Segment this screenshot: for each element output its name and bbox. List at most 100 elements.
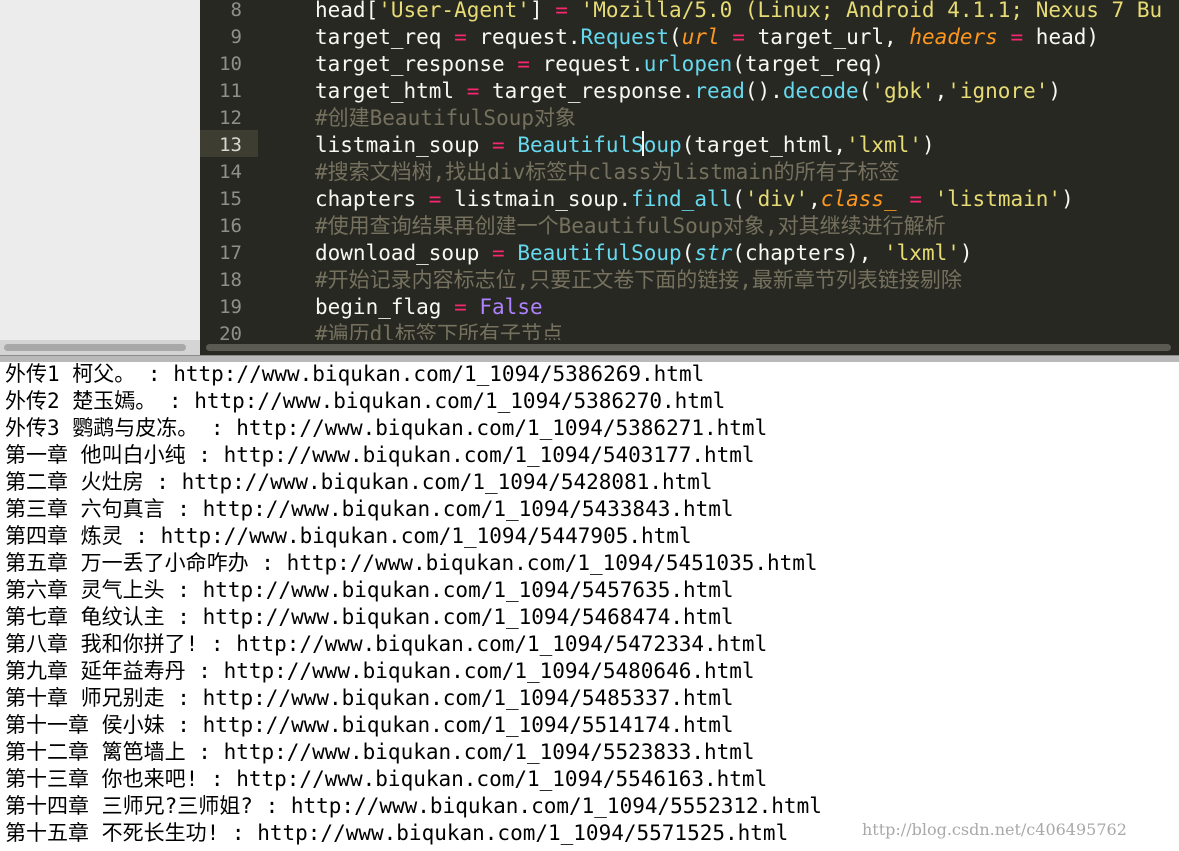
code-token: class_ <box>820 187 897 211</box>
code-editor[interactable]: 8 9 10 11 12 13 14 15 16 17 18 19 20 head['User-Agen… <box>200 0 1179 340</box>
code-token: 'listmain' <box>934 187 1062 211</box>
code-token: 'div' <box>744 187 809 211</box>
code-token: = <box>517 52 530 76</box>
code-token: ) <box>959 241 973 265</box>
line-number-gutter: 8 9 10 11 12 13 14 15 16 17 18 19 20 <box>200 0 262 340</box>
line-number: 8 <box>230 0 242 21</box>
console-line: 第十四章 三师兄?三师姐? : http://www.biqukan.com/1… <box>5 794 822 818</box>
code-token: False <box>479 295 543 319</box>
code-token: ] <box>529 0 556 22</box>
code-token: url <box>681 25 720 49</box>
code-token: ( <box>681 241 695 265</box>
console-line: 外传3 鹦鹉与皮冻。 : http://www.biqukan.com/1_10… <box>5 416 768 440</box>
code-token: = <box>466 79 480 103</box>
code-line[interactable]: #创建BeautifulSoup对象 <box>315 105 576 132</box>
line-number: 12 <box>219 107 242 129</box>
code-token: ( <box>858 79 872 103</box>
console-line: 第八章 我和你拼了! : http://www.biqukan.com/1_10… <box>5 632 768 656</box>
code-token: 'gbk' <box>871 79 935 103</box>
code-token: ) <box>1048 79 1062 103</box>
console-line: 第十一章 侯小妹 : http://www.biqukan.com/1_1094… <box>5 713 734 737</box>
sidebar-panel <box>0 0 200 340</box>
code-token: , <box>808 187 821 211</box>
console-line: 第四章 炼灵 : http://www.biqukan.com/1_1094/5… <box>5 524 692 548</box>
code-line[interactable]: #使用查询结果再创建一个BeautifulSoup对象,对其继续进行解析 <box>315 213 946 240</box>
console-line: 第十五章 不死长生功! : http://www.biqukan.com/1_1… <box>5 821 789 845</box>
code-line[interactable]: begin_flag = False <box>315 294 543 321</box>
code-token: (). <box>744 79 783 103</box>
watermark: http://blog.csdn.net/c406495762 <box>862 820 1127 839</box>
line-number: 9 <box>230 26 242 48</box>
code-token: 'ignore' <box>947 79 1049 103</box>
code-token: find_all <box>631 187 733 211</box>
code-line[interactable]: target_req = request.Request(url = targe… <box>315 24 1099 51</box>
code-token: read <box>694 79 745 103</box>
code-token: #搜索文档树,找出div标签中class为listmain的所有子标签 <box>315 160 900 184</box>
code-token: target_req <box>315 25 455 49</box>
code-token: (chapters), <box>732 241 885 265</box>
code-token: target_html <box>315 79 467 103</box>
console-line: 第十章 师兄别走 : http://www.biqukan.com/1_1094… <box>5 686 734 710</box>
panel-splitter[interactable] <box>0 355 1179 362</box>
code-token: chapters <box>315 187 429 211</box>
line-number: 17 <box>219 242 242 264</box>
line-number: 20 <box>219 323 242 340</box>
code-line[interactable]: chapters = listmain_soup.find_all('div',… <box>315 186 1074 213</box>
code-token: Request <box>580 25 670 49</box>
code-line[interactable]: download_soup = BeautifulSoup(str(chapte… <box>315 240 973 267</box>
code-token: listmain_soup. <box>441 187 632 211</box>
code-token: target_url, <box>744 25 910 49</box>
editor-horizontal-scrollbar[interactable] <box>200 340 1179 355</box>
code-token: begin_flag <box>315 295 455 319</box>
code-line[interactable]: #开始记录内容标志位,只要正文卷下面的链接,最新章节列表链接剔除 <box>315 267 962 294</box>
code-token: 'lxml' <box>846 133 922 157</box>
code-line[interactable]: target_html = target_response.read().dec… <box>315 78 1061 105</box>
code-token: BeautifulSoup <box>517 133 682 157</box>
line-number: 15 <box>219 188 242 210</box>
console-line: 第十三章 你也来吧! : http://www.biqukan.com/1_10… <box>5 767 768 791</box>
code-line[interactable]: target_response = request.urlopen(target… <box>315 51 884 78</box>
code-token: , <box>934 79 948 103</box>
code-token: (target_req) <box>732 52 884 76</box>
code-token: str <box>694 241 733 265</box>
line-number: 13 <box>219 134 242 156</box>
code-token: headers <box>909 25 998 49</box>
code-token: = <box>492 133 505 157</box>
line-number: 18 <box>219 269 242 291</box>
code-token: listmain_soup <box>315 133 493 157</box>
console-line: 第九章 延年益寿丹 : http://www.biqukan.com/1_109… <box>5 659 755 683</box>
console-line: 第十二章 篱笆墙上 : http://www.biqukan.com/1_109… <box>5 740 755 764</box>
code-line[interactable]: head['User-Agent'] = 'Mozilla/5.0 (Linux… <box>315 0 1162 24</box>
sidebar-scrollbar-thumb[interactable] <box>4 344 186 351</box>
code-line[interactable]: listmain_soup = BeautifulSoup(target_htm… <box>315 132 935 159</box>
code-token: request. <box>529 52 644 76</box>
line-number: 16 <box>219 215 242 237</box>
code-token: 'lxml' <box>884 241 960 265</box>
code-token: = <box>454 25 467 49</box>
console-line: 第三章 六句真言 : http://www.biqukan.com/1_1094… <box>5 497 734 521</box>
code-line[interactable]: #遍历dl标签下所有子节点 <box>315 321 563 340</box>
code-token: ) <box>921 133 935 157</box>
code-token: head) <box>1023 25 1100 49</box>
output-console: 外传1 柯父。 : http://www.biqukan.com/1_1094/… <box>0 362 1179 851</box>
code-token: ) <box>1061 187 1074 211</box>
sidebar-horizontal-scrollbar[interactable] <box>0 340 200 355</box>
code-line[interactable]: #搜索文档树,找出div标签中class为listmain的所有子标签 <box>315 159 900 186</box>
code-token: BeautifulSoup <box>517 241 682 265</box>
code-token: request. <box>466 25 581 49</box>
code-token: urlopen <box>643 52 733 76</box>
editor-scrollbar-thumb[interactable] <box>206 344 1171 351</box>
code-token: = <box>428 187 442 211</box>
console-line: 外传1 柯父。 : http://www.biqukan.com/1_1094/… <box>5 362 705 386</box>
console-line: 第五章 万一丢了小命咋办 : http://www.biqukan.com/1_… <box>5 551 818 575</box>
code-token: target_response <box>315 52 518 76</box>
console-line: 第七章 龟纹认主 : http://www.biqukan.com/1_1094… <box>5 605 734 629</box>
code-token: 'User-Agent' <box>378 0 530 22</box>
code-token: (target_html, <box>681 133 847 157</box>
